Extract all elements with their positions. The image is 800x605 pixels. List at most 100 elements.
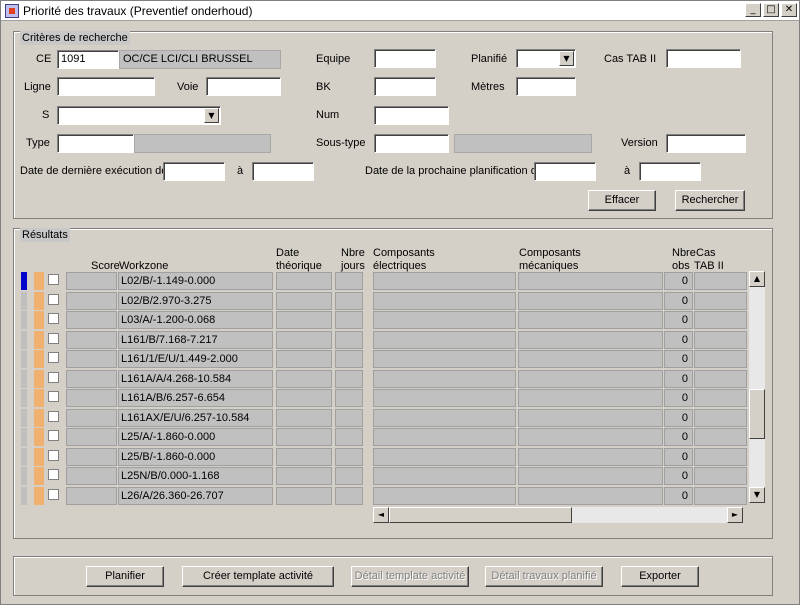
ligne-input[interactable] [57,77,155,96]
num-input[interactable] [374,106,449,125]
row-checkbox[interactable] [48,371,59,383]
version-label: Version [621,137,658,149]
row-selector[interactable] [21,272,27,290]
ce-label: CE [36,53,52,65]
date-prochaine-to-input[interactable] [639,162,701,181]
minimize-icon[interactable]: _ [745,3,761,17]
cell-date-theorique [276,272,332,290]
cell-composants-mecaniques [518,408,663,427]
table-row[interactable]: L25/A/-1.860-0.000 0 [21,427,751,446]
cell-date-theorique [276,408,332,427]
row-selector[interactable] [21,408,27,427]
version-input[interactable] [666,134,746,153]
table-row[interactable]: L25N/B/0.000-1.168 0 [21,466,751,485]
table-row[interactable]: L161AX/E/U/6.257-10.584 0 [21,408,751,427]
s-select[interactable]: ▼ [57,106,221,125]
table-row[interactable]: L161/1/E/U/1.449-2.000 0 [21,349,751,368]
exporter-button[interactable]: Exporter [621,566,699,587]
cell-cas-tab [694,291,747,310]
row-selector[interactable] [21,447,27,466]
bk-input[interactable] [374,77,436,96]
table-row[interactable]: L161/B/7.168-7.217 0 [21,330,751,349]
row-selector[interactable] [21,350,27,368]
row-checkbox[interactable] [48,293,59,305]
cell-date-theorique [276,369,332,388]
date-derniere-from-input[interactable] [163,162,225,181]
ce-input[interactable]: 1091 [57,50,119,69]
cell-score [66,447,117,466]
row-checkbox[interactable] [48,391,59,402]
cell-nbre-obs: 0 [664,311,693,329]
scroll-down-icon[interactable]: ▼ [749,487,765,503]
planifie-select[interactable]: ▼ [516,49,576,68]
vertical-scroll-thumb[interactable] [749,389,765,439]
row-checkbox[interactable] [48,430,59,441]
row-selector[interactable] [21,389,27,407]
maximize-icon[interactable]: □ [763,3,779,17]
cell-composants-mecaniques [518,272,663,290]
cell-date-theorique [276,447,332,466]
row-checkbox[interactable] [48,352,59,363]
bk-label: BK [316,81,331,93]
cell-score [66,486,117,505]
voie-input[interactable] [206,77,281,96]
cell-score [66,330,117,349]
row-checkbox[interactable] [48,469,59,480]
chevron-down-icon[interactable]: ▼ [204,108,219,123]
row-selector[interactable] [21,311,27,329]
cell-cas-tab [694,369,747,388]
table-row[interactable]: L26/A/26.360-26.707 0 [21,486,751,505]
date-derniere-to-input[interactable] [252,162,314,181]
row-checkbox[interactable] [48,410,59,422]
title-bar: Priorité des travaux (Preventief onderho… [1,1,799,21]
table-row[interactable]: L161A/A/4.268-10.584 0 [21,369,751,388]
table-row[interactable]: L02/B/2.970-3.275 0 [21,291,751,310]
cell-nbre-obs: 0 [664,389,693,407]
cell-workzone: L02/B/-1.149-0.000 [118,272,273,290]
row-checkbox[interactable] [48,449,59,461]
cas-tab-input[interactable] [666,49,741,68]
detail-travaux-button[interactable]: Détail travaux planifié [485,566,603,587]
rechercher-button[interactable]: Rechercher [675,190,745,211]
vertical-scrollbar[interactable]: ▲ ▼ [749,271,765,503]
metres-input[interactable] [516,77,576,96]
planifie-label: Planifié [471,53,508,65]
chevron-down-icon[interactable]: ▼ [559,51,574,66]
close-icon[interactable]: ✕ [781,3,797,17]
horizontal-scrollbar[interactable]: ◄ ► [373,507,743,523]
row-checkbox[interactable] [48,313,59,324]
table-row[interactable]: L02/B/-1.149-0.000 0 [21,271,751,290]
effacer-button[interactable]: Effacer [588,190,656,211]
table-row[interactable]: L25/B/-1.860-0.000 0 [21,447,751,466]
cas-tab-label: Cas TAB II [604,53,657,65]
date-prochaine-from-input[interactable] [534,162,596,181]
row-selector[interactable] [21,369,27,388]
row-status-marker [34,467,44,485]
scroll-up-icon[interactable]: ▲ [749,271,765,287]
type-input[interactable] [57,134,134,153]
row-selector[interactable] [21,428,27,446]
sous-type-input[interactable] [374,134,449,153]
ligne-label: Ligne [24,81,51,93]
horizontal-scroll-thumb[interactable] [389,507,572,523]
detail-template-button[interactable]: Détail template activité [351,566,469,587]
row-selector[interactable] [21,330,27,349]
cell-workzone: L161A/B/6.257-6.654 [118,389,273,407]
row-selector[interactable] [21,486,27,505]
cell-score [66,272,117,290]
cell-composants-electriques [373,350,516,368]
table-row[interactable]: L161A/B/6.257-6.654 0 [21,388,751,407]
row-checkbox[interactable] [48,274,59,285]
row-selector[interactable] [21,467,27,485]
row-checkbox[interactable] [48,488,59,500]
planifier-button[interactable]: Planifier [86,566,164,587]
scroll-right-icon[interactable]: ► [727,507,743,523]
sous-type-label: Sous-type [316,137,366,149]
window-title: Priorité des travaux (Preventief onderho… [23,4,253,18]
table-row[interactable]: L03/A/-1.200-0.068 0 [21,310,751,329]
row-checkbox[interactable] [48,332,59,344]
equipe-input[interactable] [374,49,436,68]
row-selector[interactable] [21,291,27,310]
creer-template-button[interactable]: Créer template activité [182,566,334,587]
scroll-left-icon[interactable]: ◄ [373,507,389,523]
